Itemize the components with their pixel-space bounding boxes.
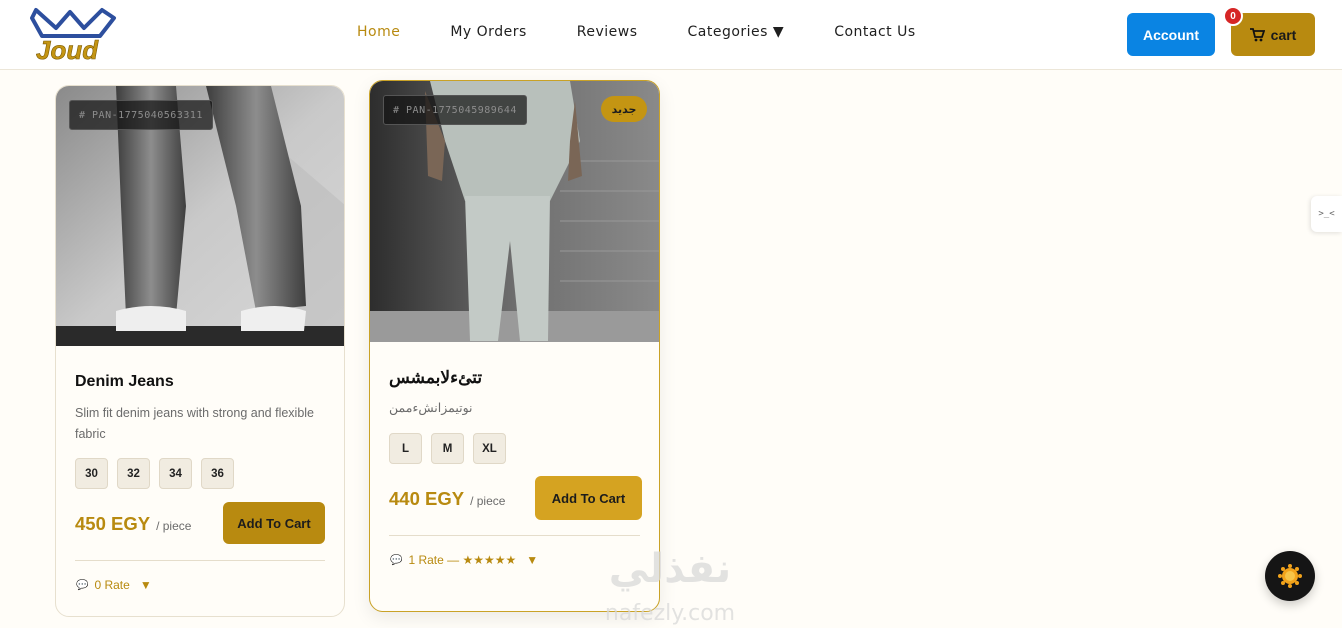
price-amount: 450 EGY [75, 513, 151, 534]
product-image[interactable]: # PAN-1775045989644 جديد [370, 81, 659, 342]
cart-button[interactable]: cart [1231, 13, 1315, 56]
joud-logo[interactable]: Joud [30, 6, 122, 62]
size-options: L M XL [389, 433, 506, 464]
add-to-cart-button[interactable]: Add To Cart [223, 502, 325, 544]
nav-contact-us[interactable]: Contact Us [834, 24, 915, 40]
floating-action-button[interactable] [1265, 551, 1315, 601]
nav-reviews[interactable]: Reviews [577, 24, 638, 40]
account-label: Account [1143, 26, 1199, 43]
price-unit: / piece [156, 519, 192, 533]
size-option[interactable]: 30 [75, 458, 108, 489]
nav-categories[interactable]: Categories ▼ [688, 24, 785, 40]
cart-count-badge: 0 [1223, 6, 1243, 26]
card-divider [389, 535, 640, 536]
chevron-down-icon: ▼ [526, 553, 539, 567]
main-menu: Home My Orders Reviews Categories ▼ Cont… [357, 24, 966, 40]
size-option[interactable]: 36 [201, 458, 234, 489]
rating-toggle[interactable]: 💬 0 Rate ▼ [76, 578, 152, 592]
top-navbar: Joud Home My Orders Reviews Categories ▼… [0, 0, 1342, 70]
product-description: Slim fit denim jeans with strong and fle… [75, 406, 315, 441]
account-button[interactable]: Account [1127, 13, 1215, 56]
size-options: 30 32 34 36 [75, 458, 234, 489]
product-price: 450 EGY / piece [75, 513, 191, 535]
chevron-down-icon: ▼ [139, 578, 152, 592]
comment-icon: 💬 [390, 554, 403, 566]
size-option[interactable]: M [431, 433, 464, 464]
card-divider [75, 560, 325, 561]
comment-icon: 💬 [76, 579, 89, 591]
size-option[interactable]: 34 [159, 458, 192, 489]
size-option[interactable]: XL [473, 433, 506, 464]
nav-my-orders[interactable]: My Orders [450, 24, 526, 40]
product-title: Denim Jeans [75, 373, 174, 390]
cart-icon [1249, 27, 1265, 41]
product-title: تتئءلابمشس [389, 368, 483, 387]
logo-text: Joud [36, 35, 99, 62]
add-to-cart-button[interactable]: Add To Cart [535, 476, 642, 520]
cart-label: cart [1270, 26, 1297, 43]
new-badge: جديد [601, 96, 647, 122]
product-card[interactable]: # PAN-1775045989644 جديد تتئءلابمشس نوتي… [369, 80, 660, 612]
product-price: 440 EGY / piece [389, 488, 505, 510]
size-option[interactable]: 32 [117, 458, 150, 489]
price-amount: 440 EGY [389, 488, 465, 509]
size-option[interactable]: L [389, 433, 422, 464]
nav-home[interactable]: Home [357, 24, 400, 40]
sun-icon [1278, 564, 1302, 588]
product-sku: # PAN-1775040563311 [69, 100, 213, 130]
product-description: نوتيمزانشءممن [389, 401, 473, 415]
product-image[interactable]: # PAN-1775040563311 [56, 86, 344, 346]
product-sku: # PAN-1775045989644 [383, 95, 527, 125]
price-unit: / piece [470, 494, 506, 508]
rating-text: 1 Rate — ★★★★★ [408, 553, 517, 567]
rating-toggle[interactable]: 💬 1 Rate — ★★★★★ ▼ [390, 553, 538, 567]
product-card[interactable]: # PAN-1775040563311 Denim Jeans Slim fit… [55, 85, 345, 617]
side-widget-tab[interactable]: >_< [1311, 196, 1342, 232]
rating-text: 0 Rate [94, 578, 130, 592]
